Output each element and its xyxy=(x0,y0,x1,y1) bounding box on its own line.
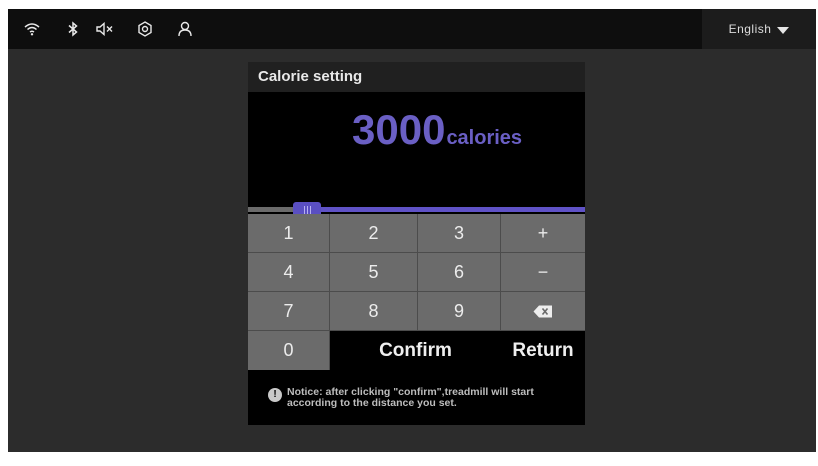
key-2[interactable]: 2 xyxy=(330,214,418,253)
key-7[interactable]: 7 xyxy=(248,292,330,331)
wifi-icon[interactable] xyxy=(23,20,41,38)
return-button[interactable]: Return xyxy=(501,331,585,370)
slider-track-active[interactable] xyxy=(300,207,585,212)
plus-button[interactable]: + xyxy=(501,214,585,253)
backspace-icon xyxy=(533,305,552,317)
language-label: English xyxy=(728,22,772,36)
key-8[interactable]: 8 xyxy=(330,292,418,331)
minus-button[interactable]: − xyxy=(501,253,585,292)
user-icon[interactable] xyxy=(176,20,194,38)
dialog-title: Calorie setting xyxy=(248,62,585,92)
mute-icon[interactable] xyxy=(96,20,114,38)
key-3[interactable]: 3 xyxy=(418,214,501,253)
confirm-button[interactable]: Confirm xyxy=(330,331,501,370)
settings-icon[interactable] xyxy=(136,20,154,38)
status-bar: English xyxy=(8,9,816,49)
value-display: 3000 calories xyxy=(248,92,585,218)
backspace-button[interactable] xyxy=(501,292,585,331)
language-selector[interactable]: English xyxy=(702,9,816,49)
treadmill-screen: English Calorie setting 3000 calories 1 … xyxy=(8,9,816,452)
info-icon: ! xyxy=(268,388,282,402)
key-4[interactable]: 4 xyxy=(248,253,330,292)
key-0[interactable]: 0 xyxy=(248,331,330,370)
calorie-value: 3000 calories xyxy=(352,106,522,154)
key-5[interactable]: 5 xyxy=(330,253,418,292)
notice-text: Notice: after clicking "confirm",treadmi… xyxy=(287,387,587,409)
bluetooth-icon[interactable] xyxy=(64,20,82,38)
key-1[interactable]: 1 xyxy=(248,214,330,253)
calorie-setting-dialog: Calorie setting 3000 calories 1 2 3 + 4 … xyxy=(248,62,585,425)
calorie-unit: calories xyxy=(446,127,523,149)
calorie-number: 3000 xyxy=(352,106,446,153)
numeric-keypad: 1 2 3 + 4 5 6 − 7 8 9 0 Confirm Return xyxy=(248,214,585,370)
notice-line-2: according to the distance you set. xyxy=(287,397,457,409)
key-6[interactable]: 6 xyxy=(418,253,501,292)
caret-down-icon xyxy=(777,26,790,34)
key-9[interactable]: 9 xyxy=(418,292,501,331)
